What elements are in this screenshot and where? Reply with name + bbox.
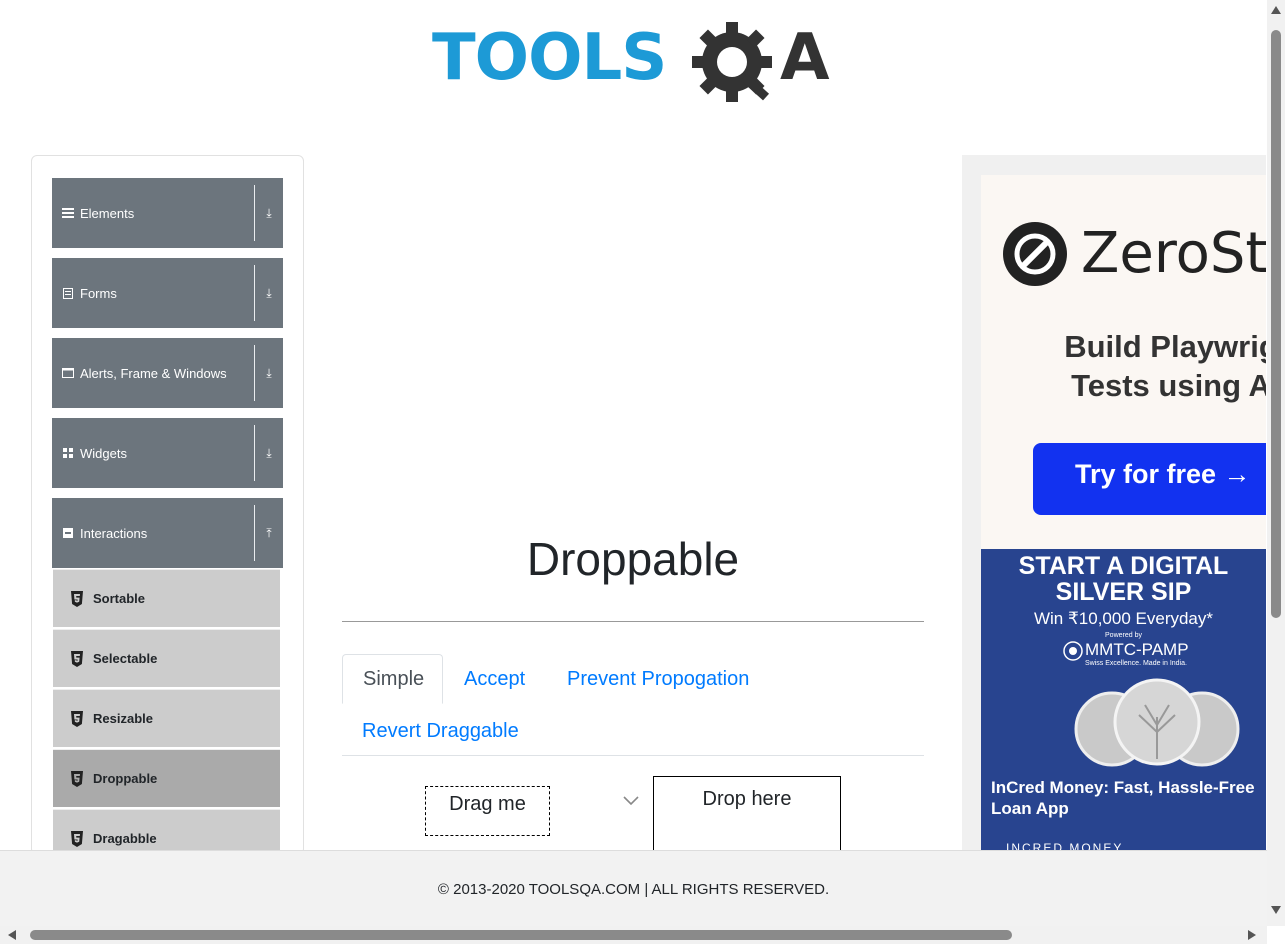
ad-banner-headline: InCred Money: Fast, Hassle-Free Loan App [991, 778, 1255, 818]
html5-icon [71, 650, 83, 667]
ad-incred[interactable]: START A DIGITAL SILVER SIP Win ₹10,000 E… [981, 549, 1266, 855]
title-divider [342, 621, 924, 622]
tab-simple[interactable]: Simple [342, 654, 443, 704]
sidebar-item-label: Resizable [93, 711, 153, 726]
group-label: Elements [80, 205, 135, 221]
chevron-down-icon [623, 796, 639, 806]
logo-text-tools: TOOLS [432, 21, 667, 95]
ad-try-free-button[interactable]: Try for free → [1033, 443, 1266, 515]
gear-q-icon [692, 22, 772, 102]
scroll-down-arrow-icon[interactable] [1271, 906, 1281, 914]
sidebar-item-sortable[interactable]: Sortable [53, 569, 280, 627]
group-label: Alerts, Frame & Windows [80, 365, 227, 381]
tab-revert-draggable[interactable]: Revert Draggable [342, 706, 539, 756]
ad-banner-title-line2: SILVER SIP [1055, 578, 1192, 606]
group-label: Forms [80, 285, 117, 301]
html5-icon [71, 590, 83, 607]
vertical-scroll-thumb[interactable] [1271, 30, 1281, 618]
droppable-target[interactable]: Drop here [653, 776, 841, 856]
ad-brand-name: ZeroSte [1081, 221, 1266, 286]
sidebar-item-selectable[interactable]: Selectable [53, 629, 280, 687]
tab-prevent-propogation[interactable]: Prevent Propogation [547, 654, 769, 704]
ad-banner-partner-sub: Swiss Excellence. Made in India. [1085, 660, 1187, 667]
group-widgets[interactable]: Widgets ⤓ [52, 418, 283, 488]
download-arrow-icon: ⤓ [266, 285, 272, 300]
zerostep-logo-icon [1003, 221, 1067, 286]
hamburger-icon [62, 207, 74, 219]
widgets-icon [62, 447, 74, 459]
copyright-text: © 2013-2020 TOOLSQA.COM | ALL RIGHTS RES… [437, 881, 830, 898]
ad-banner-powered: Powered by [1105, 632, 1142, 639]
sidebar-item-label: Droppable [93, 771, 158, 786]
left-panel: Elements ⤓ Forms ⤓ Alerts, Frame & Windo… [31, 155, 304, 855]
ad-zerostep[interactable]: ZeroSte Build Playwrig Tests using A Try… [981, 175, 1266, 549]
ad-tagline-line2: Tests using A [1071, 368, 1266, 403]
mmtc-logo-icon [1063, 641, 1083, 661]
sidebar-item-label: Sortable [93, 591, 146, 606]
toolsqa-logo[interactable]: TOOLS A [432, 18, 842, 114]
upload-arrow-icon: ⤒ [266, 525, 272, 540]
sidebar-item-label: Dragabble [93, 831, 157, 846]
download-arrow-icon: ⤓ [266, 365, 272, 380]
group-interactions[interactable]: Interactions ⤒ [52, 498, 283, 568]
html5-icon [71, 770, 83, 787]
scroll-left-arrow-icon[interactable] [8, 930, 16, 940]
download-arrow-icon: ⤓ [266, 205, 272, 220]
sidebar-item-label: Selectable [93, 651, 158, 666]
logo-text-a: A [780, 21, 830, 95]
draggable-box[interactable]: Drag me [425, 786, 550, 836]
interactions-icon [62, 527, 74, 539]
page-title: Droppable [526, 533, 740, 585]
sidebar-item-dragabble[interactable]: Dragabble [53, 809, 280, 854]
ad-tagline-line1: Build Playwrig [1064, 329, 1266, 364]
html5-icon [71, 710, 83, 727]
horizontal-scrollbar[interactable] [0, 926, 1267, 944]
advertisement[interactable]: ZeroSte Build Playwrig Tests using A Try… [962, 155, 1266, 855]
horizontal-scroll-thumb[interactable] [30, 930, 1012, 940]
scroll-up-arrow-icon[interactable] [1271, 6, 1281, 14]
download-arrow-icon: ⤓ [266, 445, 272, 460]
scroll-right-arrow-icon[interactable] [1248, 930, 1256, 940]
group-alerts-frame-windows[interactable]: Alerts, Frame & Windows ⤓ [52, 338, 283, 408]
vertical-scrollbar[interactable] [1267, 0, 1285, 926]
sidebar-item-droppable[interactable]: Droppable [53, 749, 280, 807]
ad-banner-title-line1: START A DIGITAL [1018, 552, 1229, 580]
group-forms[interactable]: Forms ⤓ [52, 258, 283, 328]
ad-banner-title: START A DIGITAL SILVER SIP [981, 553, 1266, 605]
ad-brand: ZeroSte [1003, 221, 1266, 286]
page-footer: © 2013-2020 TOOLSQA.COM | ALL RIGHTS RES… [0, 850, 1267, 926]
ad-banner-win: Win ₹10,000 Everyday* [1033, 609, 1213, 628]
group-elements[interactable]: Elements ⤓ [52, 178, 283, 248]
tab-accept[interactable]: Accept [444, 654, 545, 704]
group-label: Interactions [80, 525, 148, 541]
ad-tagline: Build Playwrig Tests using A [1041, 327, 1266, 405]
window-icon [62, 367, 74, 379]
silver-coins-icon [1074, 678, 1240, 767]
sidebar-item-resizable[interactable]: Resizable [53, 689, 280, 747]
tab-list: Simple Accept Prevent Propogation Revert… [342, 654, 924, 756]
html5-icon [71, 830, 83, 847]
form-icon [62, 287, 74, 299]
group-label: Widgets [80, 445, 127, 461]
ad-banner-partner: MMTC-PAMP [1085, 640, 1189, 659]
